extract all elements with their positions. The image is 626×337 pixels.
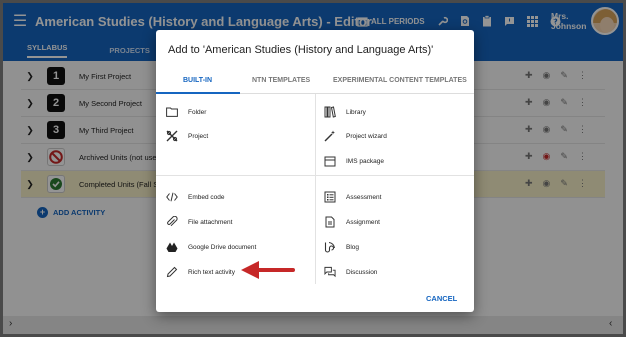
- embed-code-label: Embed code: [188, 193, 225, 201]
- app-window: ☰ American Studies (History and Language…: [0, 0, 626, 337]
- library-icon: [324, 106, 336, 118]
- discussion-option[interactable]: Discussion: [324, 266, 377, 278]
- project-wizard-label: Project wizard: [346, 132, 387, 140]
- rich-text-activity-option[interactable]: Rich text activity: [166, 266, 235, 278]
- project-option[interactable]: Project: [166, 130, 208, 142]
- assessment-label: Assessment: [346, 193, 382, 201]
- section-divider: [156, 175, 474, 176]
- blog-label: Blog: [346, 243, 360, 251]
- pencil-icon: [166, 266, 178, 278]
- ims-package-option[interactable]: IMS package: [324, 155, 384, 167]
- cancel-button[interactable]: CANCEL: [426, 294, 457, 303]
- tab-built-in[interactable]: BUILT-IN: [183, 77, 212, 84]
- blog-option[interactable]: Blog: [324, 241, 359, 253]
- column-divider: [315, 94, 316, 284]
- project-wizard-option[interactable]: Project wizard: [324, 130, 387, 142]
- folder-icon: [166, 106, 178, 118]
- code-icon: [166, 191, 178, 203]
- library-option[interactable]: Library: [324, 106, 366, 118]
- wand-icon: [324, 130, 336, 142]
- discussion-icon: [324, 266, 336, 278]
- red-arrow-annotation: [241, 261, 295, 279]
- discussion-label: Discussion: [346, 268, 378, 276]
- dialog-title: Add to 'American Studies (History and La…: [168, 44, 434, 56]
- assessment-icon: [324, 191, 336, 203]
- ims-package-label: IMS package: [346, 157, 384, 165]
- rich-text-activity-label: Rich text activity: [188, 268, 235, 276]
- file-attachment-label: File attachment: [188, 218, 233, 226]
- add-content-dialog: Add to 'American Studies (History and La…: [156, 30, 474, 312]
- embed-code-option[interactable]: Embed code: [166, 191, 225, 203]
- project-icon: [166, 130, 178, 142]
- dialog-tabs: BUILT-IN NTN TEMPLATES EXPERIMENTAL CONT…: [156, 70, 474, 94]
- library-label: Library: [346, 108, 366, 116]
- assignment-option[interactable]: Assignment: [324, 216, 380, 228]
- tab-ntn-templates[interactable]: NTN TEMPLATES: [252, 77, 310, 84]
- blog-icon: [324, 241, 336, 253]
- file-attachment-option[interactable]: File attachment: [166, 216, 232, 228]
- active-tab-indicator: [156, 92, 240, 94]
- tab-experimental-templates[interactable]: EXPERIMENTAL CONTENT TEMPLATES: [333, 77, 467, 84]
- folder-option[interactable]: Folder: [166, 106, 206, 118]
- assignment-icon: [324, 216, 336, 228]
- paperclip-icon: [166, 216, 178, 228]
- google-drive-icon: [166, 241, 178, 253]
- package-icon: [324, 155, 336, 167]
- google-drive-option[interactable]: Google Drive document: [166, 241, 256, 253]
- google-drive-label: Google Drive document: [188, 243, 257, 251]
- project-label: Project: [188, 132, 209, 140]
- assessment-option[interactable]: Assessment: [324, 191, 381, 203]
- folder-label: Folder: [188, 108, 207, 116]
- assignment-label: Assignment: [346, 218, 380, 226]
